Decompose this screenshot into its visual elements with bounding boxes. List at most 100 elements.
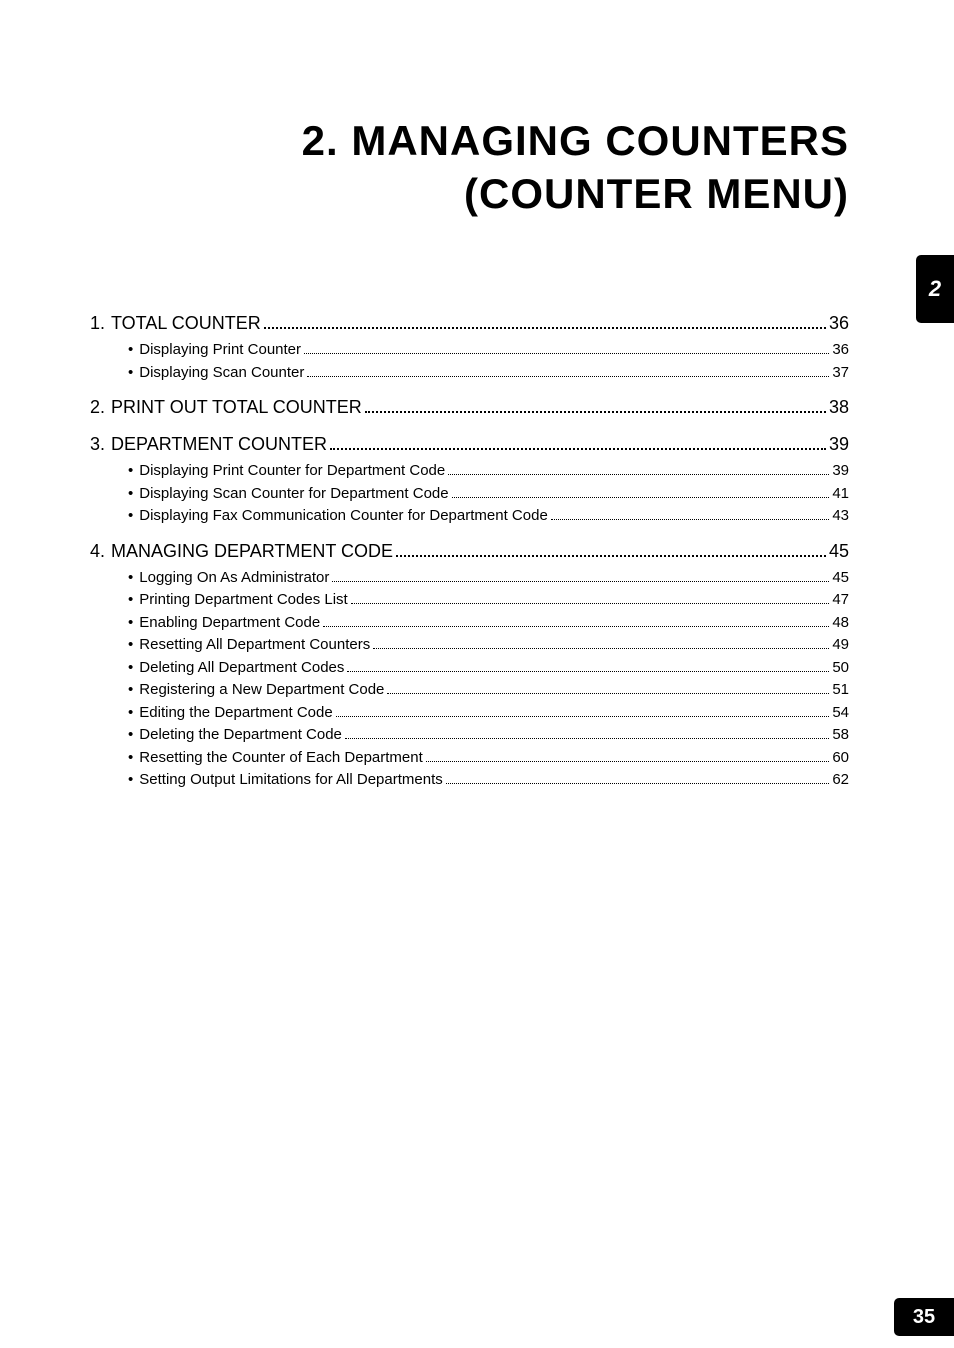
toc-leader-dots	[448, 474, 829, 475]
toc-subentry-label: Logging On As Administrator	[139, 567, 329, 590]
toc-subentry-page: 60	[832, 747, 849, 770]
toc-subentry-label: Deleting the Department Code	[139, 724, 342, 747]
bullet-icon: •	[128, 769, 139, 792]
toc-subentry-page: 50	[832, 657, 849, 680]
toc-subentry-page: 41	[832, 483, 849, 506]
toc-entry-page: 39	[829, 431, 849, 458]
toc-leader-dots	[373, 648, 829, 649]
toc-subentry-page: 51	[832, 679, 849, 702]
toc-subentry[interactable]: •Displaying Print Counter 36	[90, 339, 849, 362]
toc-subentry-page: 39	[832, 460, 849, 483]
toc-section: 1.TOTAL COUNTER36•Displaying Print Count…	[90, 310, 849, 384]
toc-subentry[interactable]: •Displaying Scan Counter for Department …	[90, 483, 849, 506]
toc-leader-dots	[323, 626, 829, 627]
toc-subentry-page: 36	[832, 339, 849, 362]
toc-subentry[interactable]: •Displaying Fax Communication Counter fo…	[90, 505, 849, 528]
toc-subentry-label: Displaying Scan Counter for Department C…	[139, 483, 448, 506]
toc-entry-number: 3.	[90, 431, 111, 458]
chapter-tab-number: 2	[929, 276, 941, 302]
toc-entry-page: 36	[829, 310, 849, 337]
toc-entry[interactable]: 3.DEPARTMENT COUNTER 39	[90, 431, 849, 458]
toc-subentry[interactable]: •Resetting All Department Counters 49	[90, 634, 849, 657]
toc-entry-label: DEPARTMENT COUNTER	[111, 431, 327, 458]
toc-subentry-page: 47	[832, 589, 849, 612]
toc-section: 4.MANAGING DEPARTMENT CODE45•Logging On …	[90, 538, 849, 792]
toc-subentry-page: 54	[832, 702, 849, 725]
toc-section: 2.PRINT OUT TOTAL COUNTER 38	[90, 394, 849, 421]
toc-subentry-page: 62	[832, 769, 849, 792]
toc-subentry[interactable]: •Printing Department Codes List 47	[90, 589, 849, 612]
toc-subentry-page: 43	[832, 505, 849, 528]
toc-section: 3.DEPARTMENT COUNTER39•Displaying Print …	[90, 431, 849, 528]
toc-subentry-label: Resetting All Department Counters	[139, 634, 370, 657]
toc-subentry-label: Displaying Print Counter	[139, 339, 301, 362]
toc-subentry-label: Displaying Print Counter for Department …	[139, 460, 445, 483]
toc-subentry[interactable]: •Logging On As Administrator 45	[90, 567, 849, 590]
toc-subentry-page: 58	[832, 724, 849, 747]
toc-leader-dots	[307, 376, 829, 377]
toc-leader-dots	[345, 738, 829, 739]
toc-leader-dots	[396, 555, 826, 557]
toc-subentry-page: 45	[832, 567, 849, 590]
toc-subentry-page: 48	[832, 612, 849, 635]
toc-leader-dots	[351, 603, 830, 604]
bullet-icon: •	[128, 362, 139, 385]
table-of-contents: 1.TOTAL COUNTER36•Displaying Print Count…	[0, 220, 954, 792]
bullet-icon: •	[128, 702, 139, 725]
toc-subentry[interactable]: •Editing the Department Code54	[90, 702, 849, 725]
toc-entry-page: 45	[829, 538, 849, 565]
bullet-icon: •	[128, 589, 139, 612]
bullet-icon: •	[128, 483, 139, 506]
toc-leader-dots	[387, 693, 829, 694]
bullet-icon: •	[128, 567, 139, 590]
toc-leader-dots	[426, 761, 830, 762]
toc-subentry[interactable]: •Deleting All Department Codes 50	[90, 657, 849, 680]
toc-subentry-label: Printing Department Codes List	[139, 589, 347, 612]
bullet-icon: •	[128, 460, 139, 483]
toc-subentry[interactable]: •Displaying Print Counter for Department…	[90, 460, 849, 483]
toc-leader-dots	[264, 327, 826, 329]
toc-subentry-label: Enabling Department Code	[139, 612, 320, 635]
toc-subentry[interactable]: •Displaying Scan Counter 37	[90, 362, 849, 385]
toc-leader-dots	[304, 353, 829, 354]
toc-entry-number: 1.	[90, 310, 111, 337]
bullet-icon: •	[128, 612, 139, 635]
toc-entry[interactable]: 1.TOTAL COUNTER 36	[90, 310, 849, 337]
toc-subentry[interactable]: •Registering a New Department Code 51	[90, 679, 849, 702]
toc-entry-label: MANAGING DEPARTMENT CODE	[111, 538, 393, 565]
chapter-title-line2: (COUNTER MENU)	[0, 168, 849, 221]
toc-entry-number: 4.	[90, 538, 111, 565]
chapter-title-line1: 2. MANAGING COUNTERS	[0, 115, 849, 168]
bullet-icon: •	[128, 657, 139, 680]
toc-leader-dots	[336, 716, 830, 717]
toc-entry[interactable]: 2.PRINT OUT TOTAL COUNTER 38	[90, 394, 849, 421]
toc-subentry-label: Registering a New Department Code	[139, 679, 384, 702]
toc-subentry-label: Displaying Fax Communication Counter for…	[139, 505, 548, 528]
toc-subentry-label: Deleting All Department Codes	[139, 657, 344, 680]
page-number-footer: 35	[894, 1298, 954, 1336]
toc-entry-label: TOTAL COUNTER	[111, 310, 261, 337]
bullet-icon: •	[128, 724, 139, 747]
toc-subentry-label: Setting Output Limitations for All Depar…	[139, 769, 442, 792]
toc-entry-page: 38	[829, 394, 849, 421]
toc-subentry-page: 37	[832, 362, 849, 385]
toc-entry-label: PRINT OUT TOTAL COUNTER	[111, 394, 362, 421]
bullet-icon: •	[128, 747, 139, 770]
toc-subentry[interactable]: •Resetting the Counter of Each Departmen…	[90, 747, 849, 770]
bullet-icon: •	[128, 339, 139, 362]
toc-subentry-page: 49	[832, 634, 849, 657]
bullet-icon: •	[128, 679, 139, 702]
chapter-title: 2. MANAGING COUNTERS (COUNTER MENU)	[0, 0, 954, 220]
toc-leader-dots	[332, 581, 829, 582]
toc-subentry[interactable]: •Setting Output Limitations for All Depa…	[90, 769, 849, 792]
toc-leader-dots	[330, 448, 826, 450]
toc-subentry[interactable]: •Deleting the Department Code 58	[90, 724, 849, 747]
bullet-icon: •	[128, 634, 139, 657]
toc-leader-dots	[347, 671, 829, 672]
toc-subentry[interactable]: •Enabling Department Code 48	[90, 612, 849, 635]
toc-leader-dots	[551, 519, 830, 520]
toc-leader-dots	[446, 783, 830, 784]
toc-subentry-label: Displaying Scan Counter	[139, 362, 304, 385]
toc-entry[interactable]: 4.MANAGING DEPARTMENT CODE 45	[90, 538, 849, 565]
toc-entry-number: 2.	[90, 394, 111, 421]
